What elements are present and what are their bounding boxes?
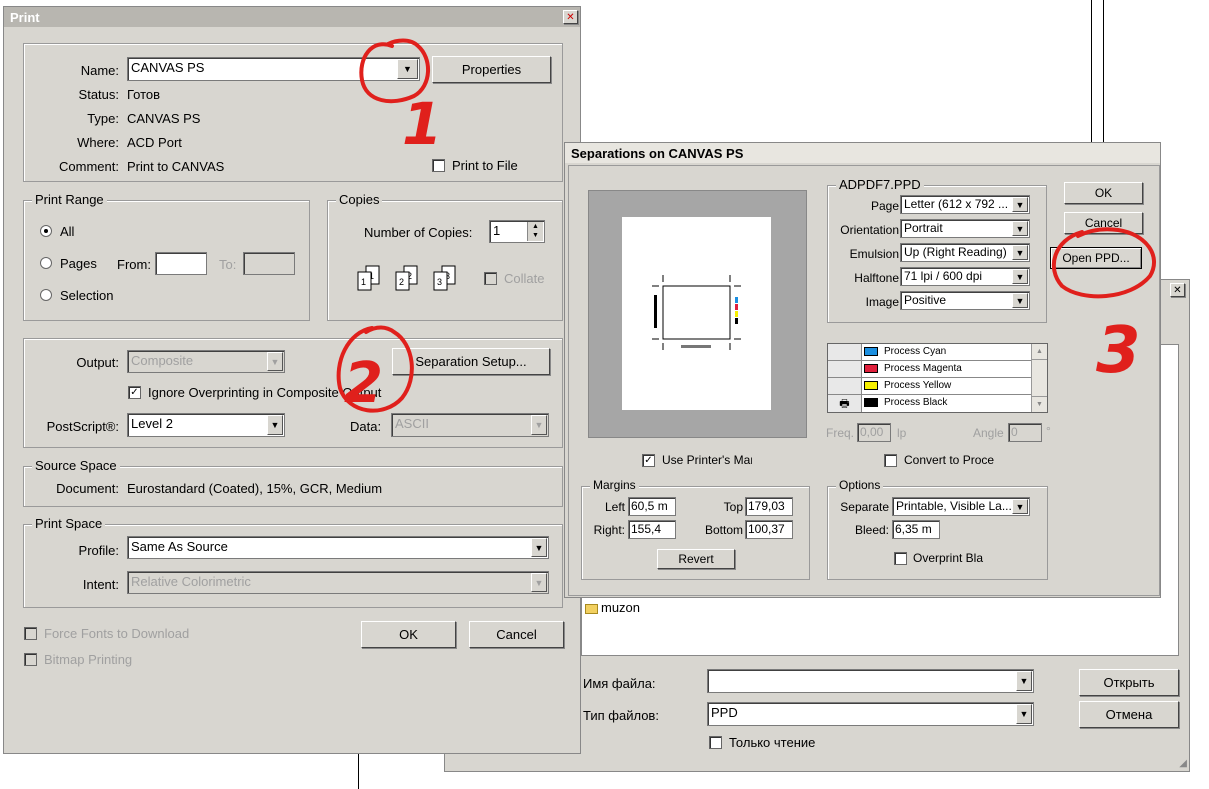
annotation-circle-3 xyxy=(1051,227,1157,299)
annotation-number-2: 2 xyxy=(344,351,383,416)
annotation-overlay: 1 2 3 xyxy=(336,38,1157,416)
annotation-number-3: 3 xyxy=(1096,314,1141,388)
annotation-number-1: 1 xyxy=(402,90,442,158)
